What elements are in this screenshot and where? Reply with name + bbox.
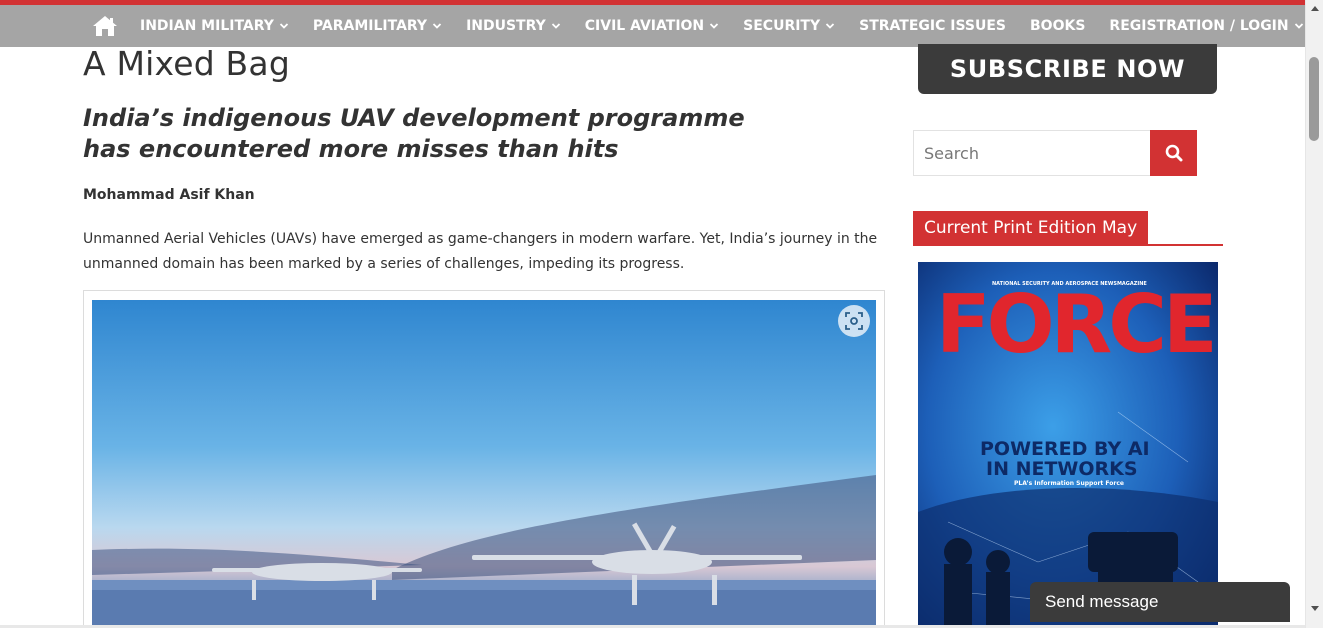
article-image-drones[interactable] <box>92 300 876 625</box>
send-message-button[interactable]: Send message <box>1030 582 1290 622</box>
article-title: A Mixed Bag <box>83 44 290 83</box>
chevron-down-icon <box>279 23 289 29</box>
current-edition-heading: Current Print Edition May <box>913 211 1149 244</box>
nav-item-registration-login[interactable]: REGISTRATION / LOGIN <box>1109 18 1303 34</box>
nav-item-books[interactable]: BOOKS <box>1030 18 1085 34</box>
divider <box>913 244 1223 246</box>
nav-item-label: INDIAN MILITARY <box>140 18 274 34</box>
scroll-down-icon[interactable] <box>1311 606 1319 611</box>
search-button[interactable] <box>1150 130 1197 176</box>
nav-item-label: STRATEGIC ISSUES <box>859 18 1007 34</box>
home-icon[interactable] <box>92 5 118 47</box>
nav-item-strategic-issues[interactable]: STRATEGIC ISSUES <box>859 18 1006 34</box>
main-navigation: INDIAN MILITARY PARAMILITARY INDUSTRY CI… <box>0 5 1305 47</box>
article-lead: Unmanned Aerial Vehicles (UAVs) have eme… <box>83 231 878 272</box>
scrollbar-thumb[interactable] <box>1309 57 1319 141</box>
chevron-down-icon <box>710 23 719 29</box>
cover-logo: FORCE <box>936 278 1218 371</box>
cover-subhead: PLA’s Information Support Force <box>1014 480 1124 487</box>
search-icon <box>1165 144 1182 162</box>
scroll-up-icon[interactable] <box>1311 6 1319 11</box>
chevron-down-icon <box>825 23 835 29</box>
subscribe-button[interactable]: SUBSCRIBE NOW <box>918 44 1217 94</box>
nav-item-indian-military[interactable]: INDIAN MILITARY <box>140 18 289 34</box>
nav-item-civil-aviation[interactable]: CIVIL AVIATION <box>585 18 719 34</box>
chevron-down-icon <box>432 23 442 29</box>
article-subtitle: India’s indigenous UAV development progr… <box>83 104 745 163</box>
cover-headline-1: POWERED BY AI <box>980 438 1150 460</box>
nav-item-label: BOOKS <box>1030 18 1086 34</box>
cover-headline-2: IN NETWORKS <box>986 458 1138 480</box>
nav-item-label: INDUSTRY <box>466 18 546 34</box>
nav-item-paramilitary[interactable]: PARAMILITARY <box>313 18 442 34</box>
scrollbar[interactable] <box>1305 0 1323 628</box>
nav-item-label: CIVIL AVIATION <box>584 18 705 34</box>
zoom-icon[interactable] <box>838 305 870 337</box>
chevron-down-icon <box>1294 23 1303 29</box>
nav-item-security[interactable]: SECURITY <box>743 18 835 34</box>
nav-item-industry[interactable]: INDUSTRY <box>466 18 561 34</box>
article-author: Mohammad Asif Khan <box>83 187 255 203</box>
search-input[interactable] <box>913 130 1151 176</box>
magazine-cover[interactable]: NATIONAL SECURITY AND AEROSPACE NEWSMAGA… <box>918 262 1218 628</box>
nav-item-label: PARAMILITARY <box>312 18 428 34</box>
nav-item-label: REGISTRATION / LOGIN <box>1109 18 1289 34</box>
chevron-down-icon <box>551 23 560 29</box>
nav-item-label: SECURITY <box>743 18 821 34</box>
article-figure <box>83 290 885 628</box>
